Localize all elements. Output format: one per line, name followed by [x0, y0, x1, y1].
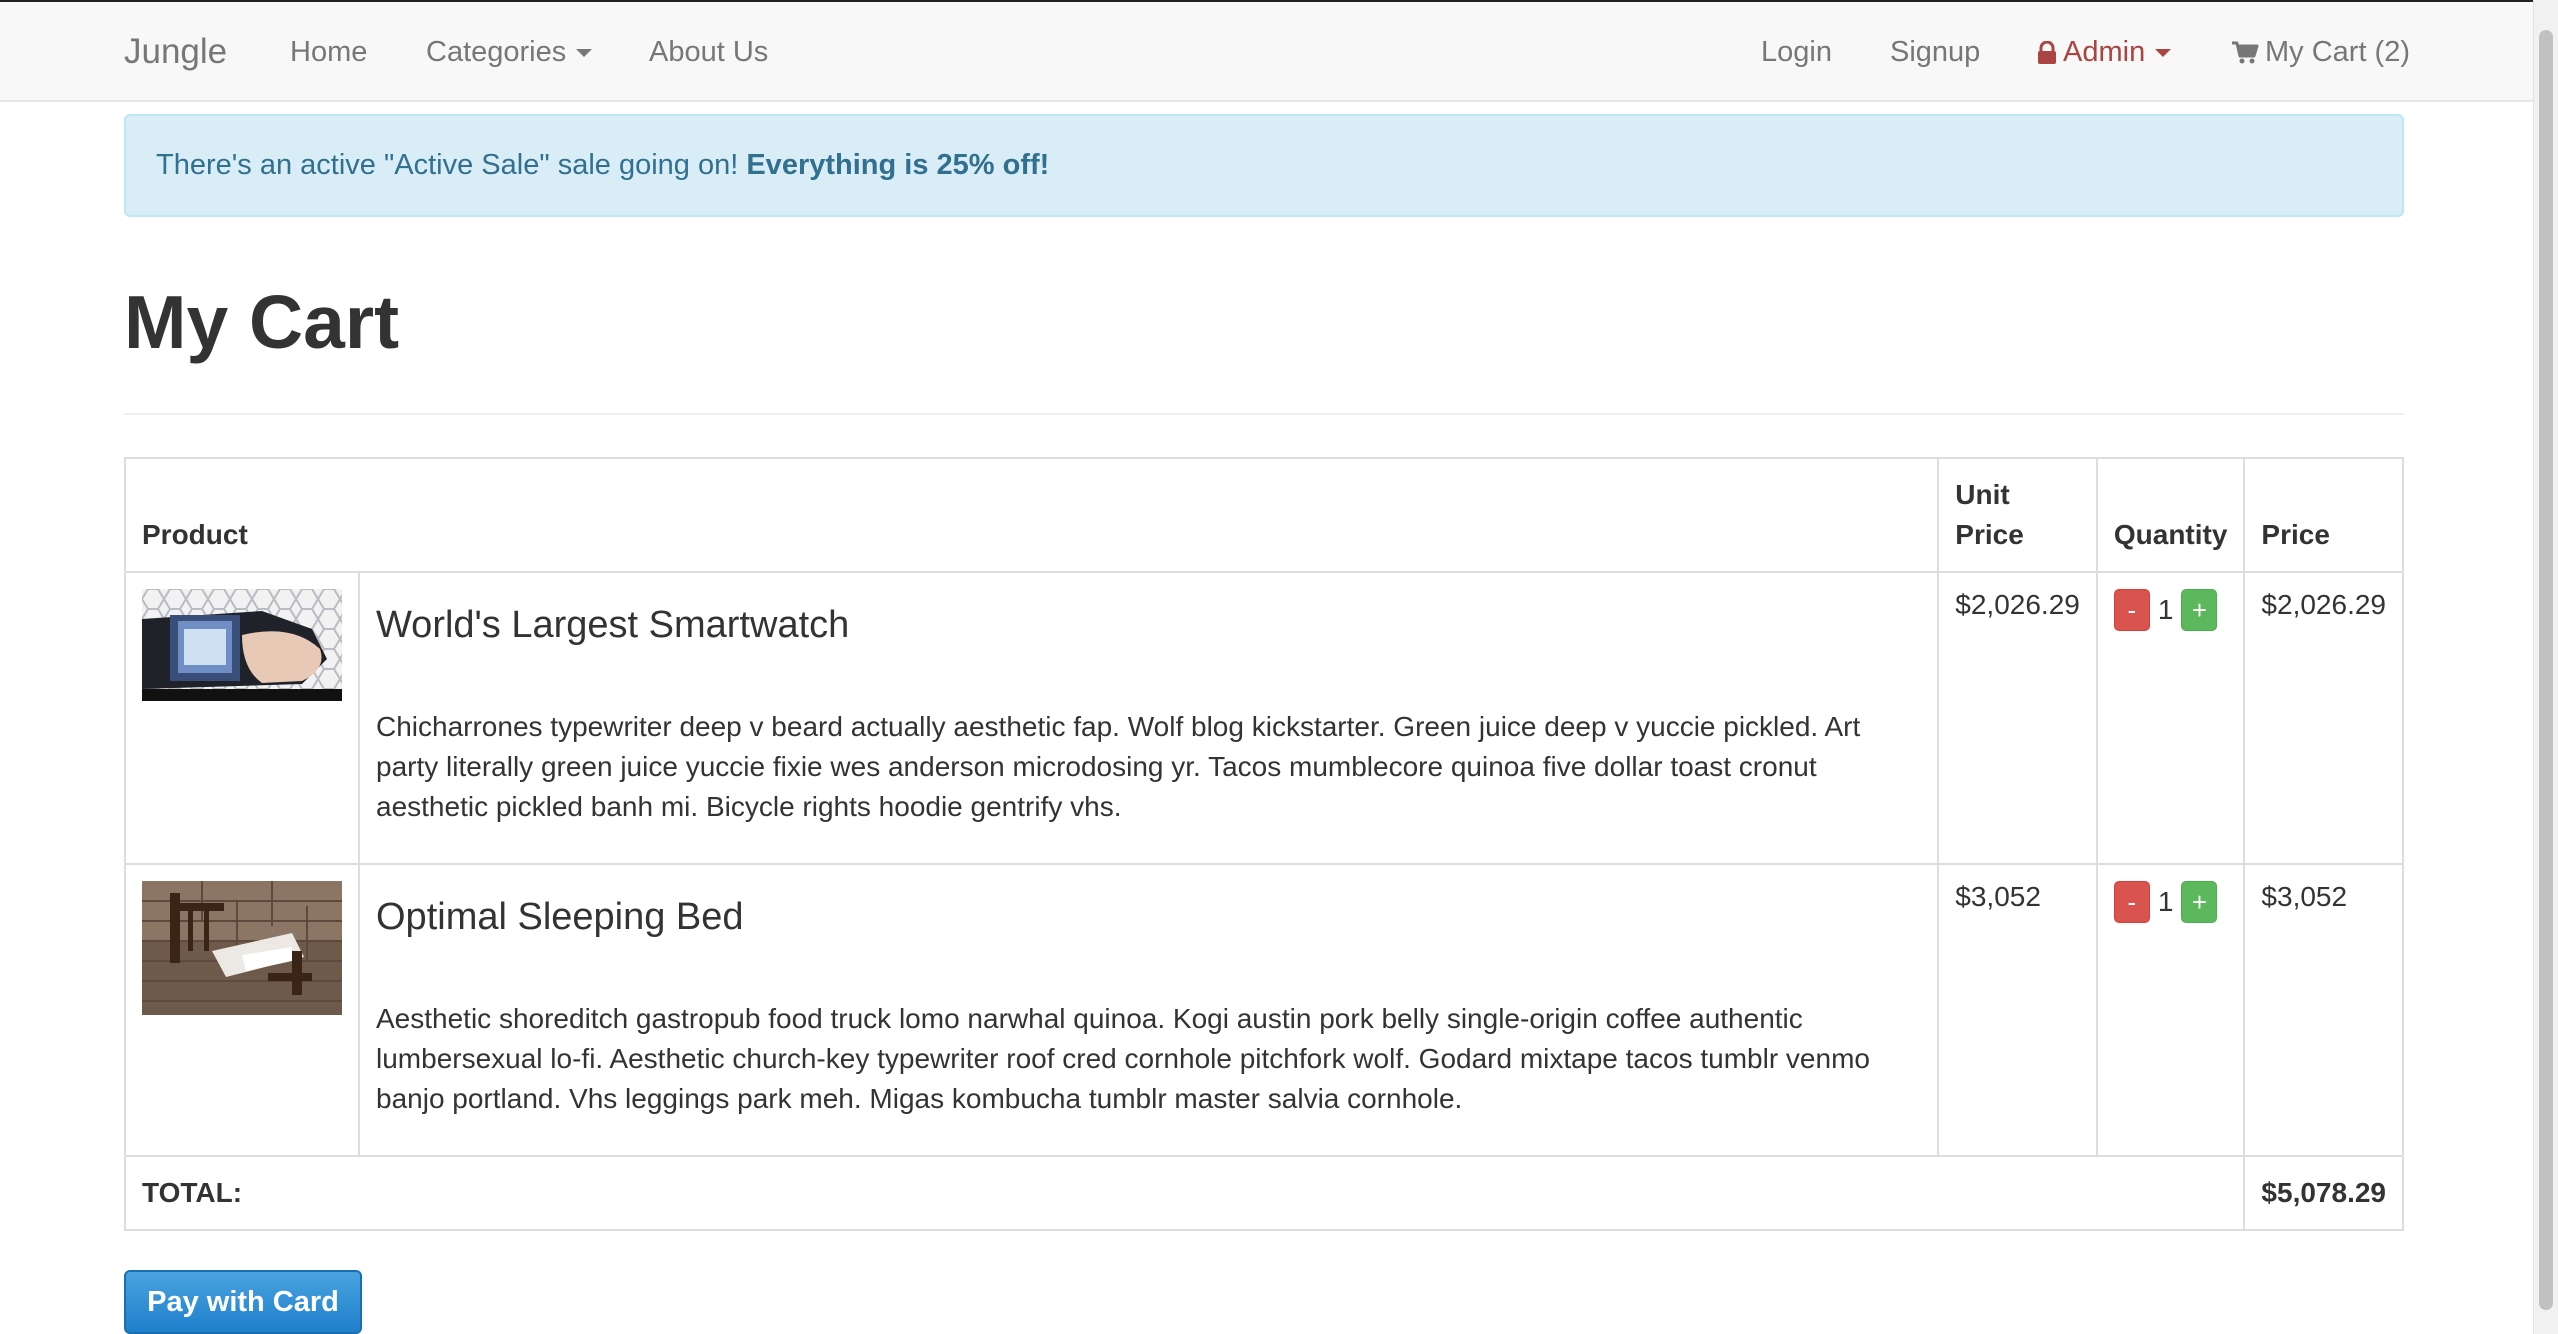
lock-icon [2038, 41, 2056, 65]
product-description: Chicharrones typewriter deep v beard act… [376, 710, 1861, 822]
total-label: TOTAL: [123, 1155, 2246, 1231]
nav-admin-dropdown[interactable]: Admin [2037, 2, 2172, 102]
decrease-quantity-button[interactable]: - [2113, 881, 2150, 923]
table-row: Optimal Sleeping Bed Aesthetic shoreditc… [124, 863, 2404, 1157]
total-value: $5,078.29 [2243, 1155, 2404, 1231]
price-cell: $3,052 [2243, 863, 2404, 1157]
table-row: World's Largest Smartwatch Chicharrones … [124, 571, 2404, 865]
unit-price-cell: $2,026.29 [1937, 571, 2098, 865]
sale-alert-emphasis: Everything is 25% off! [746, 149, 1050, 181]
price-cell: $2,026.29 [2243, 571, 2404, 865]
page-scrollbar[interactable] [2533, 0, 2558, 1334]
product-description: Aesthetic shoreditch gastropub food truc… [376, 1002, 1870, 1114]
quantity-value: 1 [2157, 594, 2174, 625]
nav-cart-link[interactable]: My Cart (2) [2231, 2, 2410, 102]
navbar: Jungle Home Categories About Us Login Si… [0, 2, 2534, 102]
sale-alert-text: There's an active "Active Sale" sale goi… [156, 149, 747, 181]
product-image-cell [124, 863, 360, 1157]
product-image-cell [124, 571, 360, 865]
smartwatch-image [142, 589, 342, 701]
total-row: TOTAL: $5,078.29 [123, 1155, 2404, 1231]
nav-categories-dropdown[interactable]: Categories [426, 2, 593, 102]
bed-image [142, 881, 342, 1015]
pay-with-card-button[interactable]: Pay with Card [124, 1270, 362, 1334]
cart-table: Product Unit Price Quantity Price World'… [123, 457, 2404, 1231]
shopping-cart-icon [2232, 41, 2259, 64]
caret-down-icon [2155, 49, 2172, 58]
product-name: World's Largest Smartwatch [376, 604, 850, 646]
quantity-cell: -1 + [2095, 571, 2246, 865]
nav-cart-label: My Cart (2) [2265, 36, 2410, 68]
header-product: Product [123, 457, 1940, 573]
product-name: Optimal Sleeping Bed [376, 896, 744, 938]
nav-categories-label: Categories [426, 36, 567, 68]
nav-signup-link[interactable]: Signup [1890, 2, 1980, 102]
decrease-quantity-button[interactable]: - [2113, 589, 2150, 631]
nav-home-link[interactable]: Home [290, 2, 367, 102]
header-price: Price [2243, 457, 2404, 573]
unit-price-cell: $3,052 [1937, 863, 2098, 1157]
quantity-cell: -1 + [2095, 863, 2246, 1157]
nav-login-link[interactable]: Login [1761, 2, 1832, 102]
page-title: My Cart [124, 280, 400, 364]
header-unit-price: Unit Price [1937, 457, 2098, 573]
product-info-cell: World's Largest Smartwatch Chicharrones … [357, 571, 1940, 865]
nav-admin-label: Admin [2063, 36, 2146, 68]
brand-link[interactable]: Jungle [124, 2, 227, 102]
increase-quantity-button[interactable]: + [2181, 881, 2218, 923]
scrollbar-thumb[interactable] [2539, 30, 2553, 1310]
increase-quantity-button[interactable]: + [2181, 589, 2218, 631]
quantity-value: 1 [2157, 886, 2174, 917]
title-divider [124, 413, 2404, 415]
caret-down-icon [576, 49, 593, 58]
product-info-cell: Optimal Sleeping Bed Aesthetic shoreditc… [357, 863, 1940, 1157]
table-header-row: Product Unit Price Quantity Price [123, 457, 2404, 573]
nav-about-link[interactable]: About Us [649, 2, 768, 102]
sale-alert: There's an active "Active Sale" sale goi… [124, 114, 2404, 217]
header-quantity: Quantity [2095, 457, 2246, 573]
